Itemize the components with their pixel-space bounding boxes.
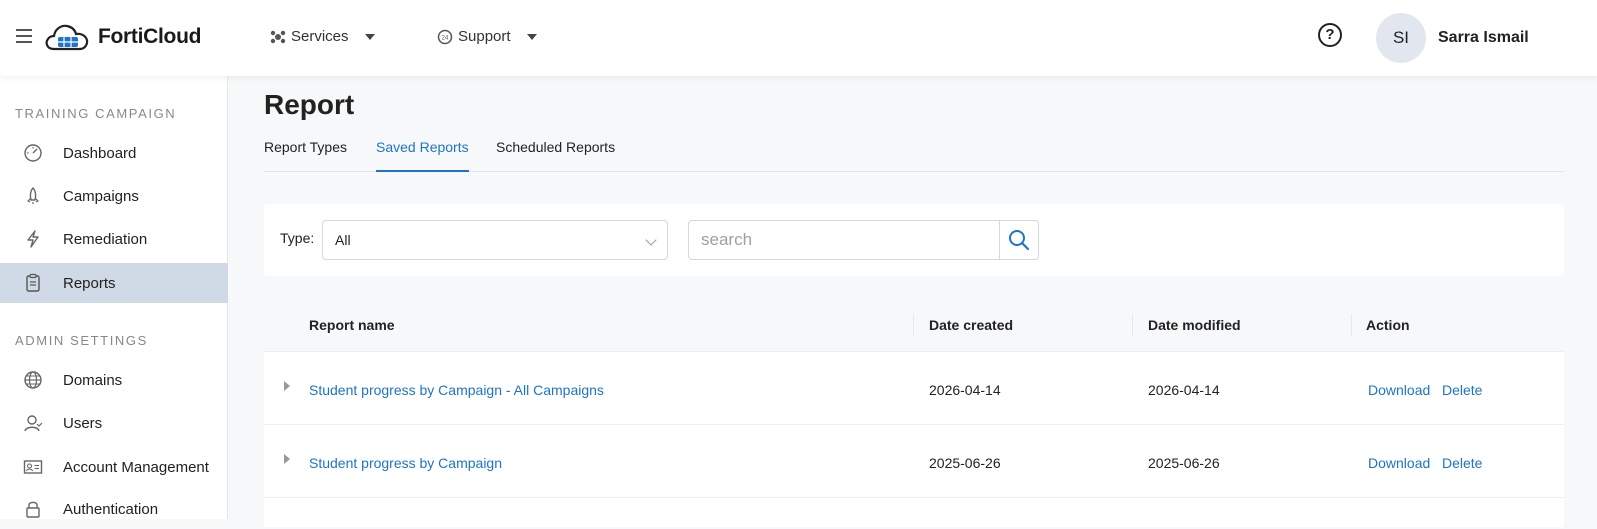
section-title-admin: ADMIN SETTINGS [15, 333, 148, 348]
table-header: Report name Date created Date modified A… [264, 297, 1564, 352]
sidebar-item-account-management[interactable]: Account Management [0, 447, 228, 487]
type-select[interactable]: All [322, 220, 668, 260]
users-icon [24, 415, 43, 432]
delete-link[interactable]: Delete [1442, 455, 1482, 471]
search-icon [1009, 230, 1030, 251]
globe-icon [24, 371, 42, 389]
rocket-icon [26, 187, 40, 204]
sidebar-item-label: Reports [63, 274, 116, 292]
sidebar-item-label: Domains [63, 371, 123, 389]
filter-card: Type: All [264, 204, 1564, 276]
expand-row-icon[interactable] [284, 381, 290, 391]
hamburger-menu-icon[interactable] [16, 29, 32, 43]
support-label: Support [458, 28, 511, 45]
date-created: 2025-06-26 [929, 455, 1001, 471]
sidebar-item-reports[interactable]: Reports [0, 263, 228, 303]
column-divider [1351, 314, 1352, 336]
lightning-icon [27, 230, 39, 248]
search-input[interactable] [688, 220, 1000, 260]
tab-scheduled-reports[interactable]: Scheduled Reports [496, 139, 615, 172]
lock-icon [26, 501, 40, 518]
user-name[interactable]: Sarra Ismail [1438, 29, 1529, 47]
support-icon: 24 [437, 29, 453, 44]
column-header-date-modified[interactable]: Date modified [1148, 317, 1241, 333]
date-modified: 2026-04-14 [1148, 382, 1220, 398]
download-link[interactable]: Download [1368, 382, 1430, 398]
support-menu[interactable]: 24 Support [437, 28, 537, 45]
type-label: Type: [280, 230, 315, 246]
brand-name: FortiCloud [98, 25, 202, 48]
sidebar-item-label: Users [63, 414, 103, 432]
chevron-down-icon [645, 234, 657, 246]
page-title: Report [264, 89, 355, 120]
sidebar-item-campaigns[interactable]: Campaigns [0, 176, 228, 216]
section-title-training: TRAINING CAMPAIGN [15, 106, 177, 121]
download-link[interactable]: Download [1368, 455, 1430, 471]
sidebar-item-authentication[interactable]: Authentication [0, 489, 228, 529]
table-row: Student progress by Campaign 2025-06-26 … [264, 425, 1564, 498]
column-header-report-name[interactable]: Report name [309, 317, 395, 333]
services-menu[interactable]: Services [270, 28, 375, 45]
sidebar-item-domains[interactable]: Domains [0, 360, 228, 400]
delete-link[interactable]: Delete [1442, 382, 1482, 398]
sidebar-item-label: Authentication [63, 500, 159, 518]
column-divider [1132, 314, 1133, 336]
avatar[interactable]: SI [1376, 13, 1426, 63]
sidebar-item-users[interactable]: Users [0, 403, 228, 443]
search-button[interactable] [999, 220, 1039, 260]
date-modified: 2025-06-26 [1148, 455, 1220, 471]
type-select-value: All [335, 232, 351, 248]
tab-report-types[interactable]: Report Types [264, 139, 347, 172]
services-label: Services [291, 28, 349, 45]
support-caret-icon [526, 33, 537, 40]
reports-table: Report name Date created Date modified A… [264, 297, 1564, 527]
column-header-date-created[interactable]: Date created [929, 317, 1013, 333]
services-icon [270, 30, 286, 43]
sidebar-item-dashboard[interactable]: Dashboard [0, 133, 228, 173]
sidebar-item-remediation[interactable]: Remediation [0, 219, 228, 259]
column-divider [913, 314, 914, 336]
sidebar-item-label: Campaigns [63, 187, 139, 205]
svg-text:24: 24 [442, 35, 449, 41]
services-caret-icon [364, 33, 375, 40]
expand-row-icon[interactable] [284, 454, 290, 464]
report-tabs: Report Types Saved Reports Scheduled Rep… [264, 139, 1564, 172]
report-name-link[interactable]: Student progress by Campaign [309, 455, 502, 471]
id-card-icon [23, 460, 43, 474]
date-created: 2026-04-14 [929, 382, 1001, 398]
sidebar-item-label: Account Management [63, 458, 209, 476]
sidebar: TRAINING CAMPAIGN Dashboard Campaigns Re… [0, 76, 228, 519]
sidebar-item-label: Dashboard [63, 144, 137, 162]
top-bar: FortiCloud Services 24 Support ? SI Sarr… [0, 0, 1597, 76]
dashboard-icon [24, 144, 42, 162]
table-row: Student progress by Campaign - All Campa… [264, 352, 1564, 425]
report-name-link[interactable]: Student progress by Campaign - All Campa… [309, 382, 604, 398]
sidebar-item-label: Remediation [63, 230, 148, 248]
tab-saved-reports[interactable]: Saved Reports [376, 139, 469, 172]
column-header-action: Action [1366, 317, 1410, 333]
clipboard-icon [26, 273, 40, 292]
forticloud-logo-icon [45, 24, 89, 51]
help-icon[interactable]: ? [1318, 23, 1342, 47]
